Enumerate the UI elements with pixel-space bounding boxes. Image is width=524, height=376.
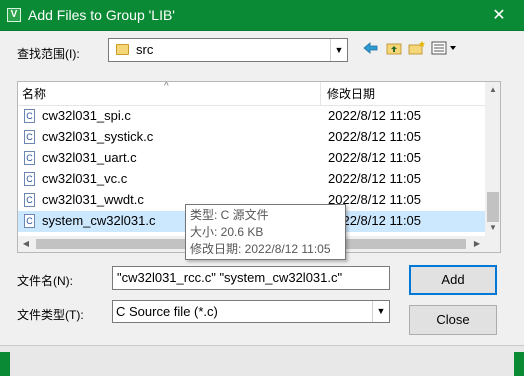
back-arrow-icon[interactable] (362, 41, 380, 57)
tooltip-type: 类型: C 源文件 (190, 208, 269, 222)
look-in-combo[interactable]: src ▼ (108, 38, 348, 62)
scroll-left-icon[interactable]: ◀ (18, 236, 34, 252)
c-file-icon: C (24, 109, 35, 123)
file-date: 2022/8/12 11:05 (328, 129, 422, 144)
c-file-icon: C (24, 214, 35, 228)
file-name: cw32l031_spi.c (42, 108, 131, 123)
new-folder-icon[interactable] (408, 41, 426, 57)
tooltip-modified: 修改日期: 2022/8/12 11:05 (190, 242, 331, 256)
file-name-input[interactable]: "cw32l031_rcc.c" "system_cw32l031.c" (112, 266, 390, 290)
file-type-combo[interactable]: C Source file (*.c) ▼ (112, 300, 390, 323)
background-accent-right (514, 352, 524, 376)
list-item[interactable]: C cw32l031_spi.c 2022/8/12 11:05 (18, 106, 486, 127)
column-date-label: 修改日期 (327, 87, 376, 101)
background-accent-left (0, 352, 10, 376)
vertical-scrollbar[interactable]: ▲ ▼ (485, 82, 500, 236)
scroll-up-icon[interactable]: ▲ (485, 82, 500, 98)
file-date: 2022/8/12 11:05 (328, 108, 422, 123)
chevron-down-icon[interactable]: ▼ (372, 301, 389, 322)
look-in-value: src (136, 42, 154, 57)
sort-ascending-icon: ^ (164, 81, 169, 92)
file-name: cw32l031_wwdt.c (42, 192, 144, 207)
app-icon: V (7, 8, 21, 22)
file-type-label: 文件类型(T): (17, 308, 84, 322)
chevron-down-icon[interactable]: ▼ (330, 39, 347, 61)
scroll-right-icon[interactable]: ▶ (469, 236, 485, 252)
file-name: system_cw32l031.c (42, 213, 156, 228)
add-button[interactable]: Add (409, 265, 497, 295)
c-file-icon: C (24, 193, 35, 207)
scroll-down-icon[interactable]: ▼ (485, 220, 500, 236)
file-info-tooltip: 类型: C 源文件 大小: 20.6 KB 修改日期: 2022/8/12 11… (185, 204, 346, 260)
file-date: 2022/8/12 11:05 (328, 150, 422, 165)
file-name-label: 文件名(N): (17, 274, 73, 288)
list-item[interactable]: C cw32l031_vc.c 2022/8/12 11:05 (18, 169, 486, 190)
folder-icon (116, 44, 129, 55)
file-date: 2022/8/12 11:05 (328, 171, 422, 186)
file-name: cw32l031_vc.c (42, 171, 128, 186)
file-name: cw32l031_systick.c (42, 129, 154, 144)
background-window-strip (0, 345, 524, 376)
c-file-icon: C (24, 130, 35, 144)
column-name-label: 名称 (22, 87, 47, 101)
list-item[interactable]: C cw32l031_uart.c 2022/8/12 11:05 (18, 148, 486, 169)
close-window-button[interactable]: ✕ (488, 6, 510, 26)
list-item[interactable]: C cw32l031_systick.c 2022/8/12 11:05 (18, 127, 486, 148)
look-in-label: 查找范围(I): (17, 47, 80, 61)
tooltip-size: 大小: 20.6 KB (190, 225, 264, 239)
file-type-value: C Source file (*.c) (116, 304, 218, 319)
vertical-scroll-thumb[interactable] (487, 192, 499, 222)
column-header-name[interactable]: 名称 ^ (18, 82, 320, 106)
file-name: cw32l031_uart.c (42, 150, 137, 165)
view-menu-icon[interactable] (431, 41, 459, 57)
c-file-icon: C (24, 172, 35, 186)
column-header-date[interactable]: 修改日期 (321, 82, 485, 106)
window-title: Add Files to Group 'LIB' (28, 7, 175, 23)
close-button[interactable]: Close (409, 305, 497, 335)
scrollbar-corner (485, 236, 500, 252)
c-file-icon: C (24, 151, 35, 165)
up-folder-icon[interactable] (385, 41, 403, 57)
title-bar: V Add Files to Group 'LIB' ✕ (0, 0, 524, 31)
